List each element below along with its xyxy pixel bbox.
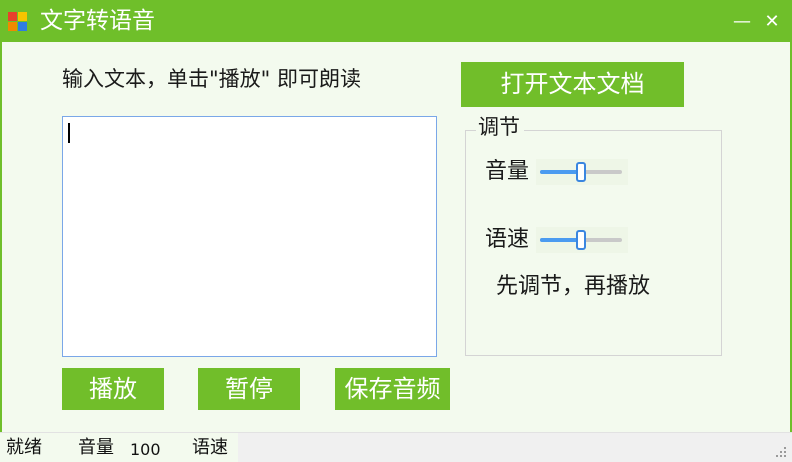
client-area: 输入文本，单击"播放" 即可朗读 打开文本文档 调节 音量 语速 先调节，再播放… [2, 42, 790, 432]
winforms-app-icon [8, 12, 28, 32]
status-rate-label: 语速 [192, 437, 228, 458]
close-button[interactable]: ✕ [757, 8, 787, 36]
status-volume-label: 音量 [78, 437, 114, 458]
pause-button[interactable]: 暂停 [198, 368, 300, 410]
play-button[interactable]: 播放 [62, 368, 164, 410]
volume-label: 音量 [485, 159, 530, 184]
adjust-group-title: 调节 [476, 114, 524, 140]
status-volume-value: 100 [130, 440, 161, 459]
status-state: 就绪 [6, 437, 42, 458]
status-bar: 就绪 音量 100 语速 [0, 432, 792, 462]
volume-slider-fill [540, 170, 581, 174]
rate-slider-fill [540, 238, 581, 242]
app-window: 文字转语音 — ✕ 输入文本，单击"播放" 即可朗读 打开文本文档 调节 音量 … [0, 0, 792, 462]
text-caret [68, 123, 70, 143]
title-bar[interactable]: 文字转语音 — ✕ [0, 0, 792, 42]
save-audio-button[interactable]: 保存音频 [335, 368, 450, 410]
adjust-note: 先调节，再播放 [496, 274, 651, 299]
volume-slider-thumb[interactable] [576, 162, 586, 182]
text-input-area[interactable] [62, 116, 437, 357]
volume-slider[interactable] [536, 159, 628, 185]
window-title: 文字转语音 [40, 8, 155, 34]
instruction-label: 输入文本，单击"播放" 即可朗读 [62, 67, 361, 91]
open-text-file-button[interactable]: 打开文本文档 [461, 62, 684, 107]
rate-label: 语速 [485, 227, 530, 252]
rate-slider[interactable] [536, 227, 628, 253]
minimize-button[interactable]: — [727, 8, 757, 36]
resize-grip-icon[interactable] [776, 447, 788, 459]
rate-slider-thumb[interactable] [576, 230, 586, 250]
